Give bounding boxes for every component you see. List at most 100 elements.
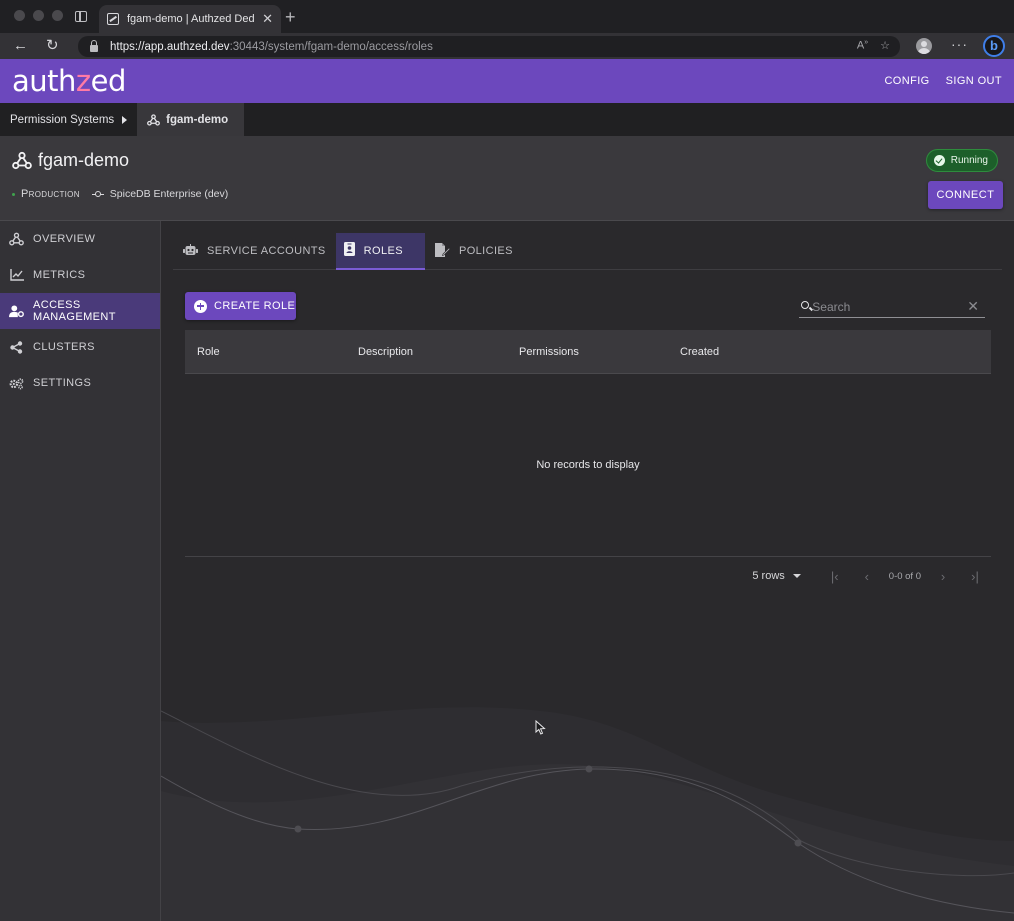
commit-icon: [91, 190, 104, 198]
breadcrumb-root-label: Permission Systems: [10, 113, 115, 126]
check-circle-icon: [933, 155, 945, 166]
system-name: fgam-demo: [38, 150, 130, 170]
webhook-icon: [12, 151, 32, 170]
create-role-label: CREATE ROLE: [214, 300, 296, 312]
caret-right-icon: [122, 115, 128, 124]
first-page-icon[interactable]: |‹: [819, 569, 851, 584]
breadcrumb-current-label: fgam-demo: [166, 113, 229, 126]
webhook-icon: [9, 232, 24, 247]
page-title: fgam-demo: [12, 150, 129, 171]
more-menu-icon[interactable]: ···: [951, 36, 968, 52]
url-path: :30443/system/fgam-demo/access/roles: [229, 40, 433, 53]
search-field: ✕: [799, 296, 985, 318]
logo-suffix: ed: [90, 64, 127, 98]
tab-service-accounts[interactable]: SERVICE ACCOUNTS: [173, 233, 336, 269]
system-header: fgam-demo Production SpiceDB Enterprise …: [0, 136, 1014, 221]
pagination: 5 rows |‹ ‹ 0-0 of 0 › ›|: [185, 559, 991, 593]
back-arrow-icon[interactable]: ←: [13, 37, 28, 55]
body-area: OVERVIEW METRICS ACCESS MANAGEMENT CLUST…: [0, 221, 1014, 921]
browser-toolbar: ← ↻ https://app.authzed.dev :30443/syste…: [0, 33, 1014, 59]
tab-policies[interactable]: POLICIES: [425, 233, 523, 269]
previous-page-icon[interactable]: ‹: [851, 569, 883, 584]
url-host: https://app.authzed.dev: [110, 40, 230, 53]
system-meta: Production SpiceDB Enterprise (dev): [12, 188, 228, 200]
tab-label: SERVICE ACCOUNTS: [207, 245, 326, 257]
sidebar-toggle-icon[interactable]: [75, 11, 87, 22]
config-link[interactable]: CONFIG: [884, 75, 929, 87]
logo-z: z: [75, 64, 91, 98]
plus-circle-icon: [194, 299, 207, 313]
authzed-favicon-icon: [107, 13, 119, 25]
sidebar: OVERVIEW METRICS ACCESS MANAGEMENT CLUST…: [0, 221, 161, 921]
access-tabs: SERVICE ACCOUNTS ROLES POLICIES: [173, 233, 1002, 270]
sidebar-item-label: OVERVIEW: [33, 233, 96, 245]
tab-label: POLICIES: [458, 245, 513, 257]
browser-tab-title: fgam-demo | Authzed Dedicate: [127, 13, 255, 25]
table-header: Role Description Permissions Created: [185, 330, 991, 374]
logo-prefix: auth: [12, 64, 76, 98]
environment-dot-icon: [12, 192, 15, 196]
maximize-window-button[interactable]: [52, 10, 63, 21]
file-signature-icon: [434, 242, 451, 260]
next-page-icon[interactable]: ›: [927, 569, 959, 584]
mouse-cursor-icon: [535, 720, 546, 735]
page-info: 0-0 of 0: [888, 570, 921, 582]
caret-down-icon: [792, 574, 801, 578]
breadcrumb-permission-systems[interactable]: Permission Systems: [0, 103, 137, 136]
read-aloud-icon[interactable]: A»: [857, 39, 868, 52]
webhook-icon: [147, 113, 161, 126]
bing-copilot-icon[interactable]: b: [983, 35, 1005, 57]
roles-table: Role Description Permissions Created No …: [185, 330, 991, 557]
rows-per-page-value: 5 rows: [752, 570, 785, 582]
last-page-icon[interactable]: ›|: [959, 569, 991, 584]
sign-out-link[interactable]: SIGN OUT: [946, 75, 1002, 87]
tab-label: ROLES: [363, 244, 403, 257]
gears-icon: [9, 376, 24, 391]
column-header-permissions[interactable]: Permissions: [507, 346, 668, 358]
window-controls: [14, 10, 63, 21]
table-body: No records to display: [185, 374, 991, 557]
sidebar-item-overview[interactable]: OVERVIEW: [0, 221, 160, 257]
create-role-button[interactable]: CREATE ROLE: [185, 292, 296, 320]
background-waves: [161, 707, 1014, 921]
status-badge: Running: [925, 149, 998, 172]
new-tab-icon[interactable]: +: [285, 7, 296, 28]
empty-state-message: No records to display: [536, 459, 640, 471]
browser-tabstrip: fgam-demo | Authzed Dedicate ✕ +: [0, 0, 1014, 33]
minimize-window-button[interactable]: [33, 10, 44, 21]
breadcrumb-current[interactable]: fgam-demo: [137, 103, 245, 136]
lock-icon: [90, 39, 98, 52]
tab-roles[interactable]: ROLES: [335, 233, 425, 270]
rows-per-page-select[interactable]: 5 rows: [752, 570, 801, 582]
header-links: CONFIG SIGN OUT: [884, 75, 1002, 87]
sidebar-item-clusters[interactable]: CLUSTERS: [0, 329, 160, 365]
column-header-created[interactable]: Created: [668, 346, 829, 358]
sidebar-item-metrics[interactable]: METRICS: [0, 257, 160, 293]
close-tab-icon[interactable]: ✕: [262, 11, 273, 27]
search-icon: [801, 301, 811, 312]
column-header-description[interactable]: Description: [346, 346, 507, 358]
authzed-logo[interactable]: authzed: [12, 64, 126, 98]
reload-icon[interactable]: ↻: [46, 37, 59, 55]
connect-button[interactable]: CONNECT: [928, 181, 1003, 209]
address-bar-actions: A» ☆: [857, 39, 890, 52]
id-badge-icon: [343, 242, 355, 259]
chart-line-icon: [9, 268, 24, 283]
profile-avatar-icon[interactable]: [916, 38, 932, 54]
environment-label: Production: [21, 188, 80, 200]
favorite-star-icon[interactable]: ☆: [880, 39, 890, 52]
sidebar-item-label: SETTINGS: [33, 377, 92, 389]
search-input[interactable]: [812, 299, 968, 314]
sidebar-item-access-management[interactable]: ACCESS MANAGEMENT: [0, 293, 160, 329]
browser-window: fgam-demo | Authzed Dedicate ✕ + ← ↻ htt…: [0, 0, 1014, 921]
sidebar-item-label: ACCESS MANAGEMENT: [33, 299, 116, 323]
breadcrumb: Permission Systems fgam-demo: [0, 103, 1014, 136]
sidebar-item-settings[interactable]: SETTINGS: [0, 365, 160, 401]
column-header-role[interactable]: Role: [185, 346, 346, 358]
edition-label: SpiceDB Enterprise (dev): [109, 188, 229, 200]
close-window-button[interactable]: [14, 10, 25, 21]
browser-tab[interactable]: fgam-demo | Authzed Dedicate ✕: [99, 5, 281, 33]
clear-search-icon[interactable]: ✕: [967, 298, 979, 315]
robot-icon: [183, 243, 198, 259]
address-bar[interactable]: https://app.authzed.dev :30443/system/fg…: [78, 36, 900, 57]
